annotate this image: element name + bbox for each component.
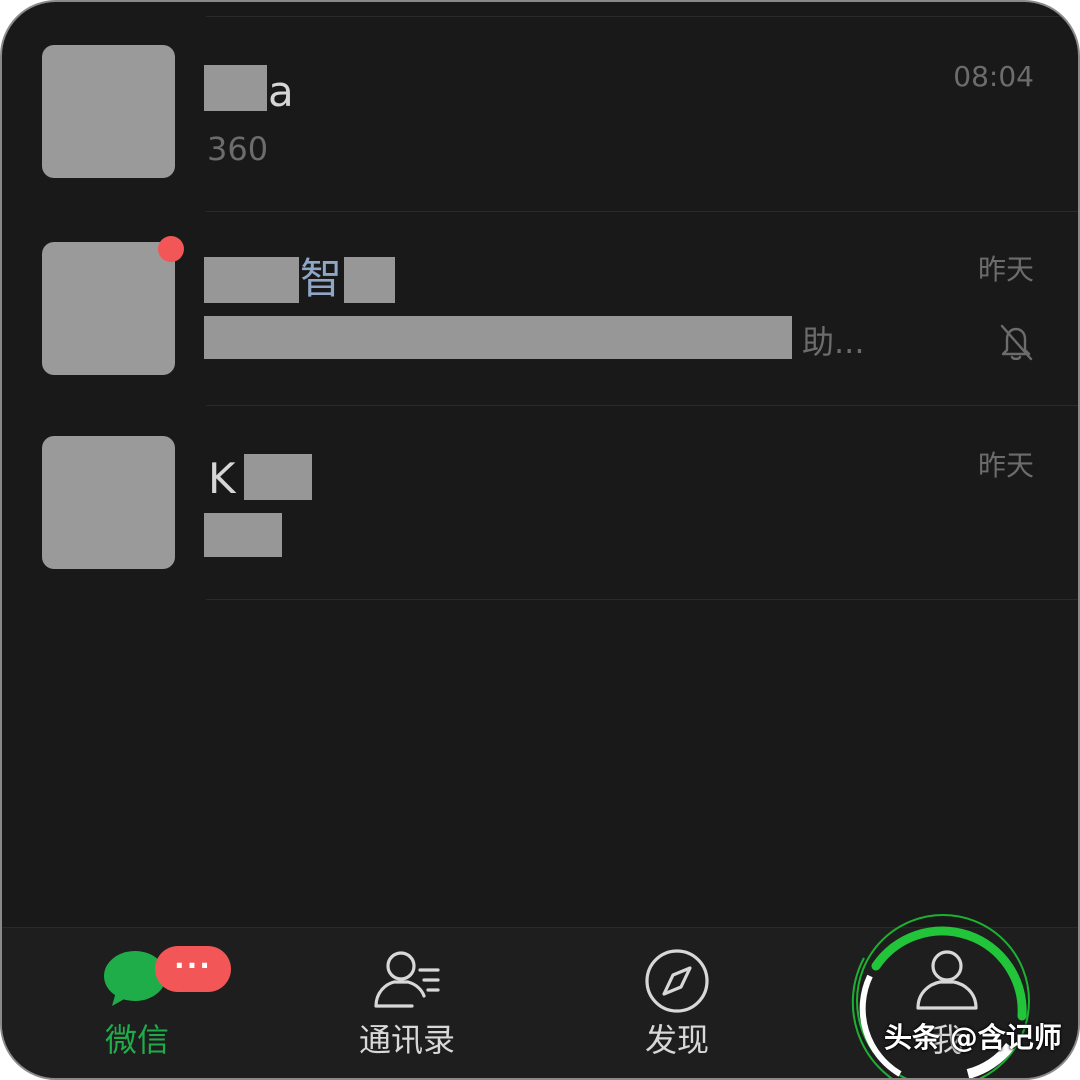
chat-item-3[interactable]: K 昨天 bbox=[2, 406, 1078, 600]
tab-label: 发现 bbox=[644, 1021, 709, 1059]
chat-preview: 360 bbox=[207, 130, 269, 168]
tab-label: 通讯录 bbox=[358, 1021, 455, 1059]
redacted-preview bbox=[204, 513, 282, 557]
redacted-name bbox=[204, 65, 267, 111]
contacts-icon bbox=[374, 951, 440, 1008]
chat-time: 08:04 bbox=[953, 60, 1034, 93]
avatar bbox=[42, 242, 175, 375]
chat-name-suffix: a bbox=[268, 67, 294, 116]
chat-time: 昨天 bbox=[977, 449, 1034, 482]
tab-discover[interactable]: 发现 bbox=[577, 928, 777, 1078]
tab-contacts[interactable]: 通讯录 bbox=[307, 928, 507, 1078]
compass-icon bbox=[645, 949, 709, 1013]
watermark: 头条 @含记师 bbox=[884, 1021, 1062, 1054]
chat-name-middle: 智 bbox=[300, 254, 343, 303]
avatar bbox=[42, 436, 175, 569]
unread-badge: ··· bbox=[155, 946, 231, 992]
chat-item-2[interactable]: 智 助... 昨天 bbox=[2, 212, 1078, 406]
avatar bbox=[42, 45, 175, 178]
chat-name-prefix: K bbox=[208, 454, 236, 503]
mute-bell-icon bbox=[1000, 324, 1033, 361]
redacted-name bbox=[244, 454, 312, 500]
row-divider bbox=[206, 599, 1078, 600]
chat-preview-suffix: 助... bbox=[802, 323, 865, 361]
chat-time: 昨天 bbox=[977, 253, 1034, 286]
redacted-name bbox=[204, 257, 299, 303]
redacted-name bbox=[344, 257, 395, 303]
unread-dot bbox=[158, 236, 184, 262]
tab-label: 微信 bbox=[104, 1021, 169, 1059]
phone-frame: a 360 08:04 智 助... 昨天 K 昨天 ··· 微信 通讯录 发现… bbox=[0, 0, 1080, 1080]
tab-chats[interactable]: ··· 微信 bbox=[37, 928, 237, 1078]
redacted-preview bbox=[204, 316, 792, 359]
chat-item-1[interactable]: a 360 08:04 bbox=[2, 17, 1078, 211]
